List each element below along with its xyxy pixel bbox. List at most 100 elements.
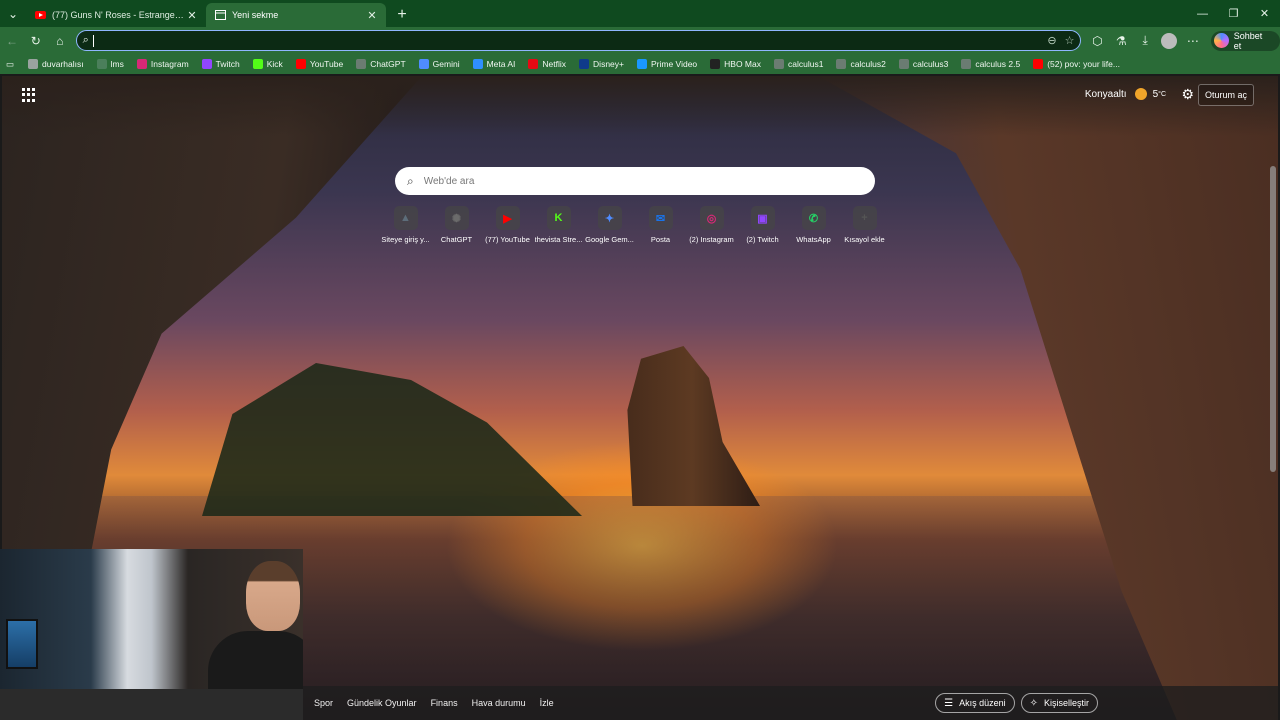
quick-link-label: (77) YouTube [485, 235, 530, 244]
kick-icon: K [546, 206, 571, 230]
quick-link-label: ChatGPT [440, 235, 473, 244]
bookmark-item[interactable]: Instagram [136, 59, 189, 69]
downloads-icon[interactable]: ⤓ [1133, 29, 1157, 53]
bookmark-item[interactable]: duvarhalısı [28, 59, 84, 69]
bookmark-item[interactable]: ChatGPT [356, 59, 406, 69]
copilot-chat-button[interactable]: Sohbet et [1210, 30, 1280, 51]
feed-layout-button[interactable]: ☰ Akış düzeni [935, 693, 1015, 713]
bookmark-item[interactable]: calculus2 [836, 59, 886, 69]
search-icon: ⌕ [82, 34, 89, 46]
disney-icon [579, 59, 590, 69]
weather-widget[interactable]: Konyaaltı 5 °C [1085, 88, 1166, 100]
bookmark-item[interactable]: Gemini [418, 59, 460, 69]
kick-icon [252, 59, 263, 69]
bookmark-item[interactable]: Netflix [528, 59, 566, 69]
refresh-icon[interactable]: ↻ [24, 29, 48, 53]
personalize-label: Kişiselleştir [1043, 698, 1089, 708]
browser-window: ⌄ (77) Guns N' Roses - Estranged - Y ✕ Y… [0, 0, 1280, 720]
web-search-input[interactable] [423, 175, 844, 187]
quick-link-label: (2) Twitch [746, 235, 779, 244]
tab-actions-chevron-icon[interactable]: ⌄ [0, 0, 26, 27]
restore-icon[interactable]: ❐ [1218, 0, 1249, 27]
webcam-desk [0, 689, 303, 720]
bookmark-item[interactable]: Disney+ [579, 59, 624, 69]
personalize-button[interactable]: ✧ Kişiselleştir [1020, 693, 1098, 713]
bookmark-label: calculus1 [788, 59, 824, 69]
profile-avatar[interactable] [1161, 32, 1177, 49]
twitch-icon: ▣ [750, 206, 775, 230]
feed-link[interactable]: Gündelik Oyunlar [347, 698, 417, 708]
quick-link[interactable]: Kthevista Stre... [533, 206, 584, 244]
new-tab-plus-icon[interactable]: + [390, 3, 414, 27]
whatsapp-icon: ✆ [801, 206, 826, 230]
close-tab-icon[interactable]: ✕ [366, 9, 378, 22]
tab-title: Yeni sekme [232, 10, 279, 20]
webcam-overlay [0, 549, 303, 720]
youtube-icon [34, 9, 46, 21]
feed-link[interactable]: Spor [314, 698, 333, 708]
more-menu-icon[interactable]: ⋯ [1181, 29, 1205, 53]
extensions-icon[interactable]: ⬡ [1085, 29, 1109, 53]
youtube-icon [1033, 59, 1044, 69]
back-arrow-icon[interactable]: ← [0, 29, 24, 53]
meta-ai-icon [472, 59, 483, 69]
prime-video-icon [637, 59, 647, 69]
background-hills [202, 363, 582, 516]
bookmark-item[interactable]: Prime Video [637, 59, 697, 69]
address-bar[interactable]: ⌕ ⊖ ☆ [75, 30, 1082, 51]
feed-link[interactable]: Finans [431, 698, 458, 708]
quick-link[interactable]: ✺ ChatGPT [431, 206, 482, 244]
quick-link[interactable]: ▲ Siteye giriş y... [380, 206, 431, 244]
bookmark-item[interactable]: calculus3 [898, 59, 948, 69]
quick-link[interactable]: + Kısayol ekle [839, 206, 890, 244]
bookmark-label: lms [110, 59, 124, 69]
bookmark-item[interactable]: lms [96, 59, 124, 69]
home-icon[interactable]: ⌂ [48, 29, 72, 53]
quick-link[interactable]: ◎ (2) Instagram [686, 206, 737, 244]
bookmark-item[interactable]: Kick [252, 59, 283, 69]
bookmark-item[interactable]: HBO Max [710, 59, 761, 69]
apps-grid-icon[interactable] [22, 88, 36, 102]
close-window-icon[interactable]: ✕ [1249, 0, 1280, 27]
quick-link[interactable]: ▣ (2) Twitch [737, 206, 788, 244]
collections-icon[interactable]: ⚗ [1109, 29, 1133, 53]
bookmark-item[interactable]: calculus1 [774, 59, 823, 69]
feed-layout-label: Akış düzeni [959, 698, 1006, 708]
webcam-person-head [246, 561, 300, 631]
feed-link[interactable]: Hava durumu [472, 698, 526, 708]
chatgpt-icon [356, 59, 367, 69]
page-scrollbar[interactable] [1270, 166, 1276, 472]
sign-in-button[interactable]: Oturum aç [1197, 84, 1254, 106]
bookmark-label: Instagram [150, 59, 189, 69]
favorite-star-icon[interactable]: ☆ [1065, 34, 1075, 47]
bookmark-item[interactable]: Twitch [201, 59, 240, 69]
sun-icon [1134, 88, 1147, 100]
zoom-icon[interactable]: ⊖ [1047, 34, 1056, 47]
bookmark-label: Kick [266, 59, 283, 69]
bookmark-label: YouTube [309, 59, 344, 69]
quick-link-label: Kısayol ekle [844, 235, 885, 244]
quick-link[interactable]: ✉ Posta [635, 206, 686, 244]
quick-link[interactable]: ✆ WhatsApp [788, 206, 839, 244]
twitch-icon [201, 59, 212, 69]
feed-navigation-bar: Spor Gündelik Oyunlar Finans Hava durumu İzl… [303, 686, 1278, 720]
quick-link[interactable]: ✦ Google Gem... [584, 206, 635, 244]
close-tab-icon[interactable]: ✕ [186, 9, 198, 22]
feed-link[interactable]: İzle [540, 698, 554, 708]
minimize-icon[interactable]: — [1187, 0, 1218, 27]
tab-youtube[interactable]: (77) Guns N' Roses - Estranged - Y ✕ [26, 3, 206, 27]
globe-icon [96, 59, 107, 69]
bookmark-item[interactable]: calculus 2.5 [961, 59, 1020, 69]
tab-new-tab[interactable]: Yeni sekme ✕ [206, 3, 386, 27]
page-settings-gear-icon[interactable]: ⚙ [1181, 86, 1194, 103]
site-icon [28, 59, 39, 69]
reading-list-icon[interactable]: ▭ [6, 59, 14, 70]
quick-link[interactable]: ▶ (77) YouTube [482, 206, 533, 244]
bookmark-item[interactable]: YouTube [295, 59, 344, 69]
bookmark-item[interactable]: Meta AI [472, 59, 515, 69]
bookmark-label: Disney+ [593, 59, 624, 69]
bookmark-item[interactable]: (52) pov: your life... [1033, 59, 1120, 69]
web-search-box[interactable]: ⌕ [395, 167, 875, 195]
bookmark-label: ChatGPT [370, 59, 406, 69]
background-cave-top [2, 76, 1278, 136]
